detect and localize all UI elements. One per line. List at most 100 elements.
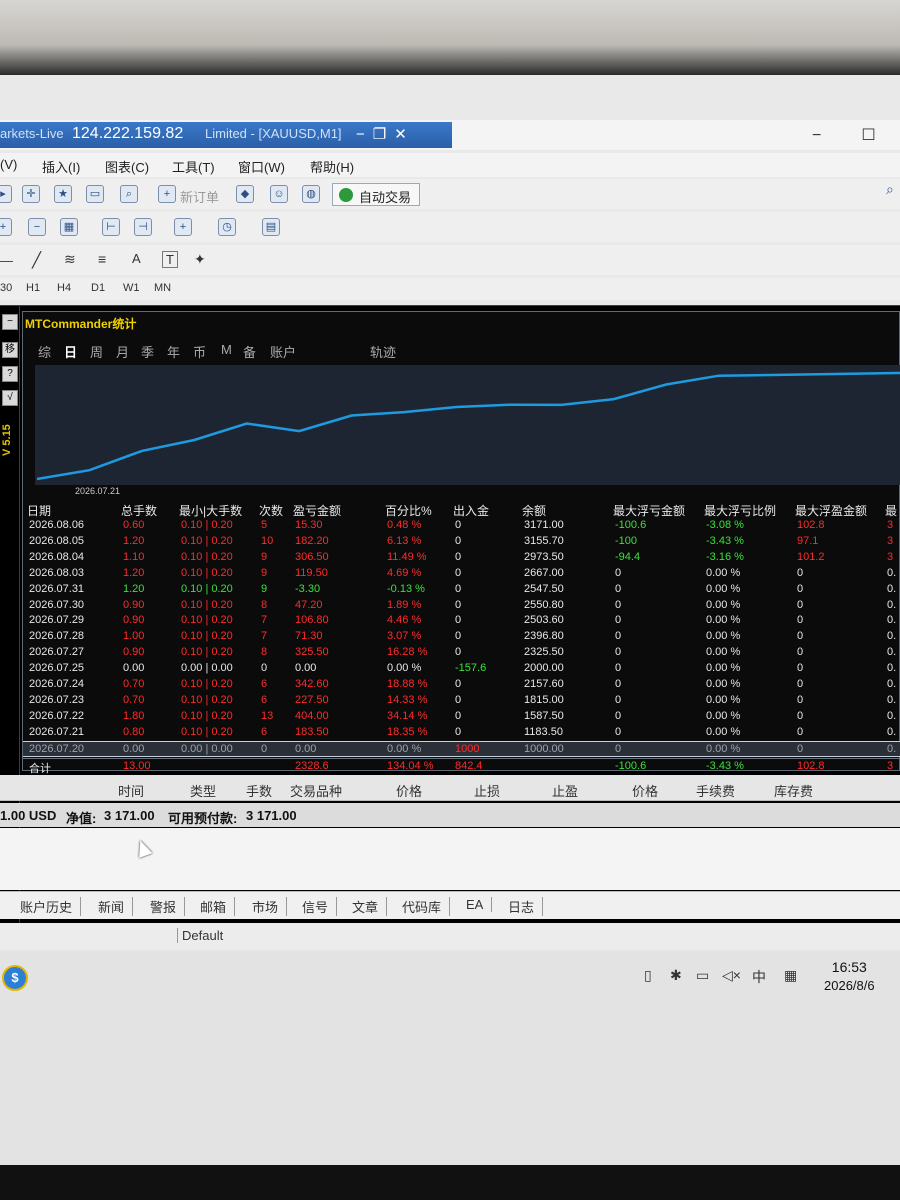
- tf-h1[interactable]: H1: [26, 282, 40, 294]
- fibonacci-icon[interactable]: ≡: [98, 251, 106, 267]
- table-row[interactable]: 2026.07.25 0.00 0.00 | 0.00 0 0.00 0.00 % -157…: [23, 661, 900, 677]
- navigator-icon[interactable]: ▭: [86, 185, 104, 203]
- tab-currency[interactable]: 币: [193, 342, 206, 361]
- terminal-tab[interactable]: 警报: [150, 897, 186, 916]
- terminal-column-header[interactable]: 库存费: [774, 781, 813, 800]
- terminal-column-header[interactable]: 手数: [246, 781, 272, 800]
- menu-charts[interactable]: 图表(C): [105, 157, 149, 176]
- new-order-button[interactable]: 新订单: [180, 187, 219, 206]
- table-row[interactable]: 2026.07.30 0.90 0.10 | 0.20 8 47.20 1.89 % 0 25…: [23, 598, 900, 614]
- tf-h4[interactable]: H4: [57, 282, 71, 294]
- terminal-tab[interactable]: EA: [466, 897, 493, 912]
- column-header[interactable]: 最: [885, 502, 897, 519]
- terminal-column-header[interactable]: 手续费: [696, 781, 735, 800]
- search-icon[interactable]: ⌕: [886, 181, 894, 198]
- metaeditor-icon[interactable]: ◆: [236, 185, 254, 203]
- arrow-icon[interactable]: ▸: [0, 185, 12, 203]
- table-row[interactable]: 2026.08.06 0.60 0.10 | 0.20 5 15.30 0.48 % 0 31…: [23, 518, 900, 534]
- window-buttons[interactable]: −❐✕: [356, 125, 415, 143]
- menu-help[interactable]: 帮助(H): [310, 157, 354, 176]
- terminal-tab[interactable]: 信号: [302, 897, 338, 916]
- arrows-icon[interactable]: ✦: [194, 251, 206, 268]
- app-minimize-icon[interactable]: −: [812, 127, 861, 144]
- table-row[interactable]: 2026.07.23 0.70 0.10 | 0.20 6 227.50 14.33 % 0…: [23, 693, 900, 709]
- zoom-window-icon[interactable]: ⌕: [120, 185, 138, 203]
- terminal-column-header[interactable]: 止损: [474, 781, 500, 800]
- menu-tools[interactable]: 工具(T): [172, 157, 215, 176]
- column-header[interactable]: 出入金: [453, 502, 489, 519]
- ime-indicator[interactable]: 中: [752, 967, 766, 987]
- globe-icon[interactable]: ◍: [302, 185, 320, 203]
- table-row[interactable]: 2026.07.31 1.20 0.10 | 0.20 9 -3.30 -0.13 % 0 2…: [23, 582, 900, 598]
- terminal-column-header[interactable]: 时间: [118, 781, 144, 800]
- tab-track[interactable]: 轨迹: [370, 342, 396, 361]
- column-header[interactable]: 总手数: [121, 502, 157, 519]
- table-row[interactable]: 2026.07.29 0.90 0.10 | 0.20 7 106.80 4.46 % 0 2…: [23, 613, 900, 629]
- tile-windows-icon[interactable]: ▦: [60, 218, 78, 236]
- column-header[interactable]: 日期: [27, 502, 51, 519]
- tab-yearly[interactable]: 年: [167, 342, 180, 361]
- table-row[interactable]: 2026.07.27 0.90 0.10 | 0.20 8 325.50 16.28 % 0…: [23, 645, 900, 661]
- table-row[interactable]: 2026.08.05 1.20 0.10 | 0.20 10 182.20 6.13 % 0…: [23, 534, 900, 550]
- channel-icon[interactable]: ≋: [64, 251, 76, 268]
- terminal-column-header[interactable]: 交易品种: [290, 781, 342, 800]
- templates-icon[interactable]: ▤: [262, 218, 280, 236]
- bluetooth-icon[interactable]: ✱: [670, 967, 682, 984]
- column-header[interactable]: 最大浮盈金额: [795, 502, 867, 519]
- horizontal-line-icon[interactable]: —: [0, 253, 13, 268]
- tab-weekly[interactable]: 周: [90, 342, 103, 361]
- terminal-tab[interactable]: 账户历史: [20, 897, 82, 916]
- periods-icon[interactable]: ◷: [218, 218, 236, 236]
- terminal-tab[interactable]: 新闻: [98, 897, 134, 916]
- chart-window-title[interactable]: arkets-Live 124.222.159.82 Limited - [XA…: [0, 122, 452, 148]
- app-window-buttons[interactable]: −☐: [812, 125, 900, 145]
- check-icon[interactable]: √: [2, 390, 18, 406]
- new-order-icon[interactable]: +: [158, 185, 176, 203]
- tab-overview[interactable]: 综: [38, 342, 51, 361]
- column-header[interactable]: 最大浮亏比例: [704, 502, 776, 519]
- tab-quarterly[interactable]: 季: [141, 342, 154, 361]
- zoom-in-icon[interactable]: +: [0, 218, 12, 236]
- table-row[interactable]: 2026.07.21 0.80 0.10 | 0.20 6 183.50 18.35 % 0…: [23, 725, 900, 741]
- terminal-tab[interactable]: 日志: [508, 897, 544, 916]
- terminal-tab[interactable]: 市场: [252, 897, 288, 916]
- column-header[interactable]: 余额: [522, 502, 546, 519]
- text-icon[interactable]: A: [132, 251, 141, 266]
- column-header[interactable]: 最小|大手数: [179, 502, 242, 519]
- terminal-column-header[interactable]: 止盈: [552, 781, 578, 800]
- autoscroll-icon[interactable]: ⊣: [134, 218, 152, 236]
- minimize-icon[interactable]: −: [356, 126, 373, 143]
- menu-insert[interactable]: 插入(I): [42, 157, 80, 176]
- users-icon[interactable]: ☺: [270, 185, 288, 203]
- table-row[interactable]: 2026.08.04 1.10 0.10 | 0.20 9 306.50 11.49 % 0…: [23, 550, 900, 566]
- column-header[interactable]: 次数: [259, 502, 283, 519]
- crosshair-icon[interactable]: ✛: [22, 185, 40, 203]
- column-header[interactable]: 最大浮亏金额: [613, 502, 685, 519]
- app-maximize-icon[interactable]: ☐: [861, 127, 900, 144]
- tab-account[interactable]: 账户: [270, 342, 296, 361]
- move-icon[interactable]: 移: [2, 342, 18, 358]
- tab-daily[interactable]: 日: [64, 342, 77, 361]
- volume-muted-icon[interactable]: ◁×: [722, 967, 741, 984]
- terminal-tab[interactable]: 邮箱: [200, 897, 236, 916]
- close-icon[interactable]: ✕: [394, 126, 415, 143]
- tab-magic[interactable]: M: [221, 342, 232, 357]
- text-label-icon[interactable]: T: [162, 251, 178, 268]
- table-row[interactable]: 2026.07.22 1.80 0.10 | 0.20 13 404.00 34.14 %…: [23, 709, 900, 725]
- table-row[interactable]: 2026.08.03 1.20 0.10 | 0.20 9 119.50 4.69 % 0 2…: [23, 566, 900, 582]
- terminal-column-header[interactable]: 价格: [396, 781, 422, 800]
- table-row[interactable]: 2026.07.20 0.00 0.00 | 0.00 0 0.00 0.00 % 1000…: [23, 740, 900, 757]
- menu-window[interactable]: 窗口(W): [238, 157, 285, 176]
- collapse-icon[interactable]: −: [2, 314, 18, 330]
- terminal-tab[interactable]: 文章: [352, 897, 388, 916]
- terminal-column-header[interactable]: 类型: [190, 781, 216, 800]
- indicators-icon[interactable]: +: [174, 218, 192, 236]
- column-header[interactable]: 百分比%: [385, 502, 432, 519]
- tab-monthly[interactable]: 月: [116, 342, 129, 361]
- auto-trading-button[interactable]: 自动交易: [332, 183, 421, 206]
- tf-mn[interactable]: MN: [154, 282, 171, 294]
- tab-notes[interactable]: 备: [243, 342, 256, 361]
- help-icon[interactable]: ?: [2, 366, 18, 382]
- tf-w1[interactable]: W1: [123, 282, 140, 294]
- terminal-tab[interactable]: 代码库: [402, 897, 451, 916]
